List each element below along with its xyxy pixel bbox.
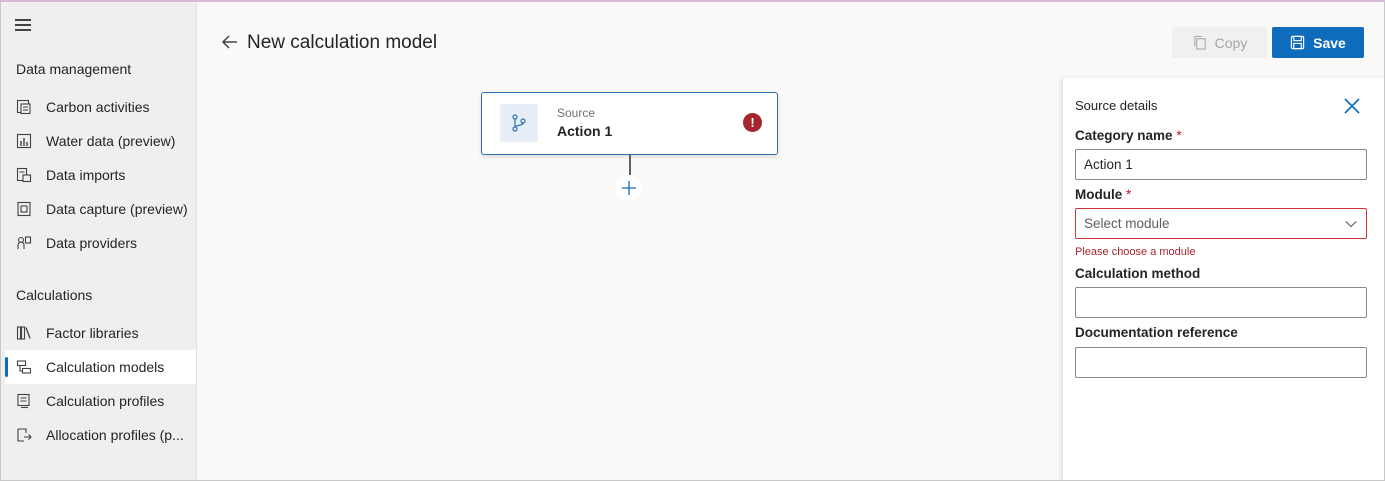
sidebar-item-label: Data capture (preview) — [46, 201, 188, 217]
category-name-input[interactable]: Action 1 — [1075, 149, 1367, 180]
node-subtitle: Source — [557, 106, 596, 120]
branch-icon — [500, 104, 538, 142]
documentation-reference-label: Documentation reference — [1075, 325, 1238, 340]
hamburger-menu-icon[interactable] — [15, 19, 31, 31]
calculation-method-label: Calculation method — [1075, 266, 1201, 281]
source-details-panel: Source details Category name * Action 1 … — [1062, 78, 1384, 480]
section-title-calculations: Calculations — [16, 287, 93, 303]
sidebar-item-label: Allocation profiles (p... — [46, 427, 184, 443]
back-arrow-icon[interactable] — [220, 32, 240, 52]
copy-icon — [1193, 35, 1206, 50]
module-select-placeholder: Select module — [1084, 216, 1170, 231]
sidebar-item-label: Calculation models — [46, 359, 165, 375]
sidebar-item-label: Calculation profiles — [46, 393, 165, 409]
water-data-icon — [15, 132, 33, 150]
calculation-profiles-icon — [15, 392, 33, 410]
calculation-method-input[interactable] — [1075, 287, 1367, 318]
section-title-data-management: Data management — [16, 61, 132, 77]
sidebar-item-label: Water data (preview) — [46, 133, 176, 149]
category-name-label: Category name * — [1075, 128, 1182, 143]
save-label: Save — [1313, 34, 1346, 51]
page-title: New calculation model — [247, 32, 438, 53]
sidebar-item-factor-libraries[interactable]: Factor libraries — [5, 316, 196, 350]
sidebar-item-label: Carbon activities — [46, 99, 150, 115]
factor-libraries-icon — [15, 324, 33, 342]
sidebar-item-calculation-profiles[interactable]: Calculation profiles — [5, 384, 196, 418]
close-icon[interactable] — [1342, 96, 1362, 116]
documentation-reference-input[interactable] — [1075, 347, 1367, 378]
carbon-activities-icon — [15, 98, 33, 116]
panel-title: Source details — [1075, 98, 1158, 113]
sidebar-item-label: Data imports — [46, 167, 126, 183]
sidebar-item-label: Data providers — [46, 235, 138, 251]
app-window: Data management Carbon activities Water … — [0, 0, 1385, 481]
data-imports-icon — [15, 166, 33, 184]
node-connector — [629, 155, 631, 175]
sidebar-item-data-imports[interactable]: Data imports — [5, 158, 196, 192]
sidebar-item-calculation-models[interactable]: Calculation models — [5, 350, 196, 384]
sidebar: Data management Carbon activities Water … — [1, 2, 197, 480]
module-error-message: Please choose a module — [1075, 246, 1196, 258]
save-icon — [1290, 35, 1305, 50]
module-select[interactable]: Select module — [1075, 208, 1367, 239]
chevron-down-icon — [1345, 220, 1357, 227]
calculation-models-icon — [15, 358, 33, 376]
sidebar-item-allocation-profiles[interactable]: Allocation profiles (p... — [5, 418, 196, 452]
save-button[interactable]: Save — [1272, 27, 1364, 58]
add-node-button[interactable] — [616, 175, 642, 201]
module-label: Module * — [1075, 187, 1132, 202]
data-capture-icon — [15, 200, 33, 218]
copy-button[interactable]: Copy — [1172, 27, 1267, 58]
source-node[interactable]: Source Action 1 ! — [481, 92, 778, 155]
sidebar-item-carbon-activities[interactable]: Carbon activities — [5, 90, 196, 124]
sidebar-item-data-providers[interactable]: Data providers — [5, 226, 196, 260]
copy-label: Copy — [1214, 34, 1248, 51]
sidebar-item-data-capture[interactable]: Data capture (preview) — [5, 192, 196, 226]
allocation-profiles-icon — [15, 426, 33, 444]
node-title: Action 1 — [557, 123, 613, 139]
sidebar-item-label: Factor libraries — [46, 325, 139, 341]
plus-icon — [622, 181, 636, 195]
error-icon: ! — [743, 113, 762, 132]
sidebar-item-water-data[interactable]: Water data (preview) — [5, 124, 196, 158]
data-providers-icon — [15, 234, 33, 252]
